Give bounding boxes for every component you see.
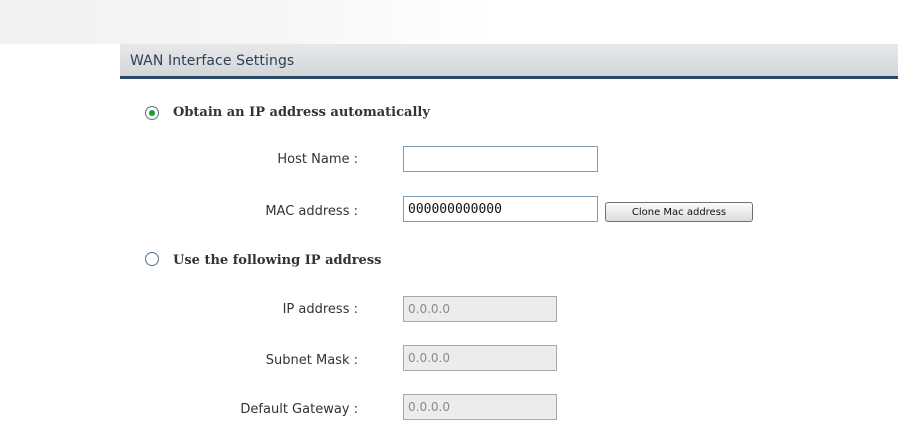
ip-address-input[interactable]: [403, 296, 557, 322]
section-title: WAN Interface Settings: [130, 53, 295, 69]
default-gateway-label: Default Gateway :: [240, 402, 358, 417]
option-auto-label: Obtain an IP address automatically: [173, 105, 430, 120]
radio-selected-dot: [149, 110, 155, 116]
subnet-mask-input[interactable]: [403, 345, 557, 371]
section-header: WAN Interface Settings: [120, 44, 898, 79]
top-gradient-bar: [0, 0, 898, 44]
default-gateway-input[interactable]: [403, 394, 557, 420]
host-name-label: Host Name :: [277, 152, 358, 167]
host-name-input[interactable]: [403, 146, 598, 172]
radio-obtain-automatic[interactable]: [145, 106, 159, 120]
mac-address-input[interactable]: [403, 196, 598, 222]
clone-mac-button[interactable]: Clone Mac address: [605, 202, 753, 222]
subnet-mask-label: Subnet Mask :: [265, 353, 358, 368]
mac-address-label: MAC address :: [265, 204, 358, 219]
option-static-label: Use the following IP address: [173, 253, 382, 268]
radio-use-static[interactable]: [145, 252, 159, 266]
ip-address-label: IP address :: [282, 302, 358, 317]
